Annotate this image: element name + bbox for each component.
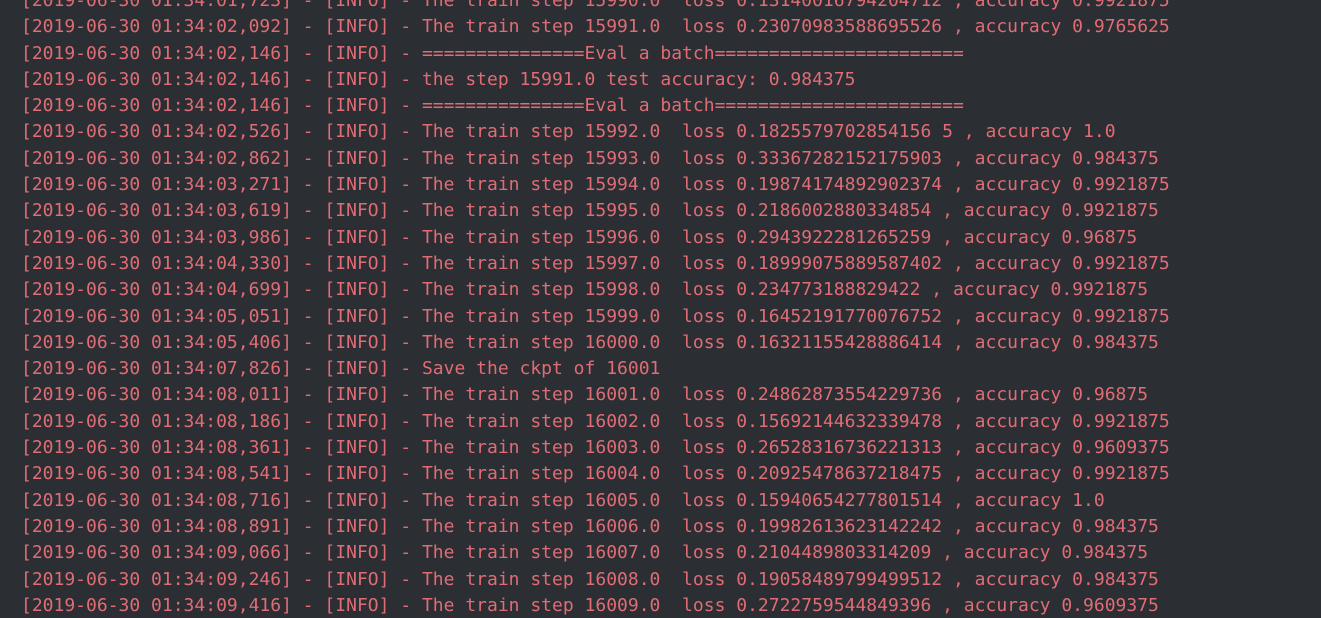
log-line: [2019-06-30 01:34:02,862] - [INFO] - The… [21,147,1159,169]
log-line: [2019-06-30 01:34:01,723] - [INFO] - The… [21,0,1170,11]
log-line: [2019-06-30 01:34:03,271] - [INFO] - The… [21,174,1170,196]
log-line: [2019-06-30 01:34:05,406] - [INFO] - The… [21,331,1159,353]
log-lines: [2019-06-30 01:34:01,723] - [INFO] - The… [0,0,1321,618]
log-line: [2019-06-30 01:34:09,416] - [INFO] - The… [21,594,1159,616]
log-line: [2019-06-30 01:34:02,092] - [INFO] - The… [21,16,1170,38]
log-line: [2019-06-30 01:34:02,146] - [INFO] - ===… [21,95,964,117]
log-line: [2019-06-30 01:34:08,186] - [INFO] - The… [21,410,1170,432]
log-line: [2019-06-30 01:34:08,891] - [INFO] - The… [21,515,1159,537]
log-line: [2019-06-30 01:34:08,716] - [INFO] - The… [21,489,1105,511]
log-line: [2019-06-30 01:34:02,526] - [INFO] - The… [21,121,1116,143]
log-line: [2019-06-30 01:34:09,246] - [INFO] - The… [21,568,1159,590]
log-line: [2019-06-30 01:34:04,699] - [INFO] - The… [21,279,1149,301]
log-line: [2019-06-30 01:34:03,619] - [INFO] - The… [21,200,1159,222]
log-line: [2019-06-30 01:34:08,011] - [INFO] - The… [21,384,1149,406]
log-line: [2019-06-30 01:34:05,051] - [INFO] - The… [21,305,1170,327]
log-line: [2019-06-30 01:34:02,146] - [INFO] - ===… [21,42,964,64]
log-line: [2019-06-30 01:34:02,146] - [INFO] - the… [21,68,856,90]
log-line: [2019-06-30 01:34:09,066] - [INFO] - The… [21,542,1149,564]
log-line: [2019-06-30 01:34:08,361] - [INFO] - The… [21,437,1170,459]
log-line: [2019-06-30 01:34:08,541] - [INFO] - The… [21,463,1170,485]
log-line: [2019-06-30 01:34:03,986] - [INFO] - The… [21,226,1138,248]
console-output[interactable]: [2019-06-30 01:34:01,723] - [INFO] - The… [0,0,1321,618]
log-line: [2019-06-30 01:34:07,826] - [INFO] - Sav… [21,358,661,380]
log-line: [2019-06-30 01:34:04,330] - [INFO] - The… [21,252,1170,274]
